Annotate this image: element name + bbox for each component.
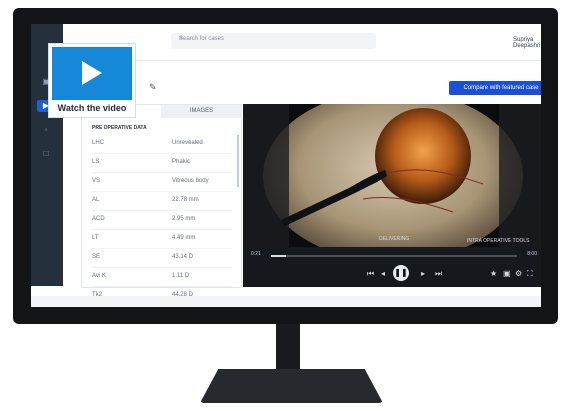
- row-value: 1.11 D: [172, 273, 190, 279]
- row-value: 2.95 mm: [172, 216, 196, 222]
- table-row: LHC Unrevealed: [92, 135, 232, 154]
- rail-item-3[interactable]: ◦: [39, 124, 53, 136]
- row-label: LS: [92, 159, 100, 165]
- skip-forward-icon[interactable]: ⏭: [435, 269, 442, 279]
- row-value: Phakic: [172, 159, 191, 165]
- play-triangle: [82, 61, 102, 85]
- row-value: 43.14 D: [172, 254, 194, 260]
- forward-icon[interactable]: ▸: [421, 269, 425, 278]
- monitor-stand-base: [200, 369, 383, 403]
- row-label: Avi K: [92, 273, 106, 279]
- video-overlay-center: DELIVERING: [379, 236, 410, 242]
- rewind-icon[interactable]: ◂: [381, 269, 385, 278]
- row-value: 22.78 mm: [172, 197, 199, 203]
- table-row: VS Vitreous body: [92, 173, 232, 192]
- play-icon[interactable]: [52, 47, 132, 100]
- table-row: LT 4.49 mm: [92, 230, 232, 249]
- row-label: ACD: [92, 216, 105, 222]
- pause-icon[interactable]: ❚❚: [393, 265, 409, 281]
- watch-video-card[interactable]: Watch the video: [49, 44, 135, 117]
- row-label: LHC: [92, 140, 105, 146]
- surgery-video-frame: [243, 104, 541, 247]
- settings-icon[interactable]: ⚙: [515, 269, 522, 278]
- fullscreen-icon[interactable]: ⛶: [527, 269, 533, 279]
- bookmark-icon[interactable]: ★: [490, 269, 497, 278]
- skip-back-icon[interactable]: ⏮: [367, 269, 374, 279]
- table-row: Avi K 1.11 D: [92, 268, 232, 287]
- video-player[interactable]: DELIVERING INTRA OPERATIVE TOOLS 0:21 8:…: [243, 104, 541, 287]
- surgery-video: DELIVERING INTRA OPERATIVE TOOLS: [243, 104, 541, 247]
- watch-video-label: Watch the video: [57, 103, 127, 113]
- table-row: LS Phakic: [92, 154, 232, 173]
- row-label: LT: [92, 235, 99, 241]
- table-row: SE 43.14 D: [92, 249, 232, 268]
- case-data-panel: IMAGES PRE OPERATIVE DATA LHC Unrevealed …: [81, 104, 242, 306]
- progress-bar[interactable]: [271, 255, 517, 257]
- scrollbar[interactable]: [237, 135, 239, 187]
- player-controls: 0:21 8:00 ⏮ ◂ ❚❚ ▸ ⏭ ★ ▣ ⚙ ⛶: [243, 247, 541, 287]
- table-row: ACD 2.95 mm: [92, 211, 232, 230]
- search-input[interactable]: Search for cases ⌕: [171, 33, 376, 49]
- time-total: 8:00: [527, 251, 537, 257]
- image-icon[interactable]: ▣: [503, 269, 511, 278]
- tab-images[interactable]: IMAGES: [162, 105, 241, 118]
- row-label: AL: [92, 197, 100, 203]
- video-overlay-right: INTRA OPERATIVE TOOLS: [467, 238, 530, 244]
- row-label: SE: [92, 254, 101, 260]
- screen-bottom: [31, 296, 541, 307]
- user-name: Supriya Deepashri: [513, 37, 541, 49]
- edit-icon[interactable]: ✎: [149, 82, 157, 93]
- search-icon: ⌕: [179, 35, 183, 42]
- row-value: 4.49 mm: [172, 235, 196, 241]
- monitor: ▣ ▶ ◦ □ Search for cases ⌕ Supriya Deepa…: [13, 8, 558, 324]
- section-title: PRE OPERATIVE DATA: [92, 125, 147, 131]
- row-label: VS: [92, 178, 101, 184]
- monitor-stand-neck: [276, 324, 300, 371]
- table-row: AL 22.78 mm: [92, 192, 232, 211]
- row-value: Unrevealed: [172, 140, 203, 146]
- time-current: 0:21: [251, 251, 261, 257]
- row-value: Vitreous body: [172, 178, 209, 184]
- progress-fill: [271, 255, 286, 257]
- rail-item-4[interactable]: □: [39, 148, 53, 160]
- compare-button[interactable]: Compare with featured case: [449, 81, 541, 95]
